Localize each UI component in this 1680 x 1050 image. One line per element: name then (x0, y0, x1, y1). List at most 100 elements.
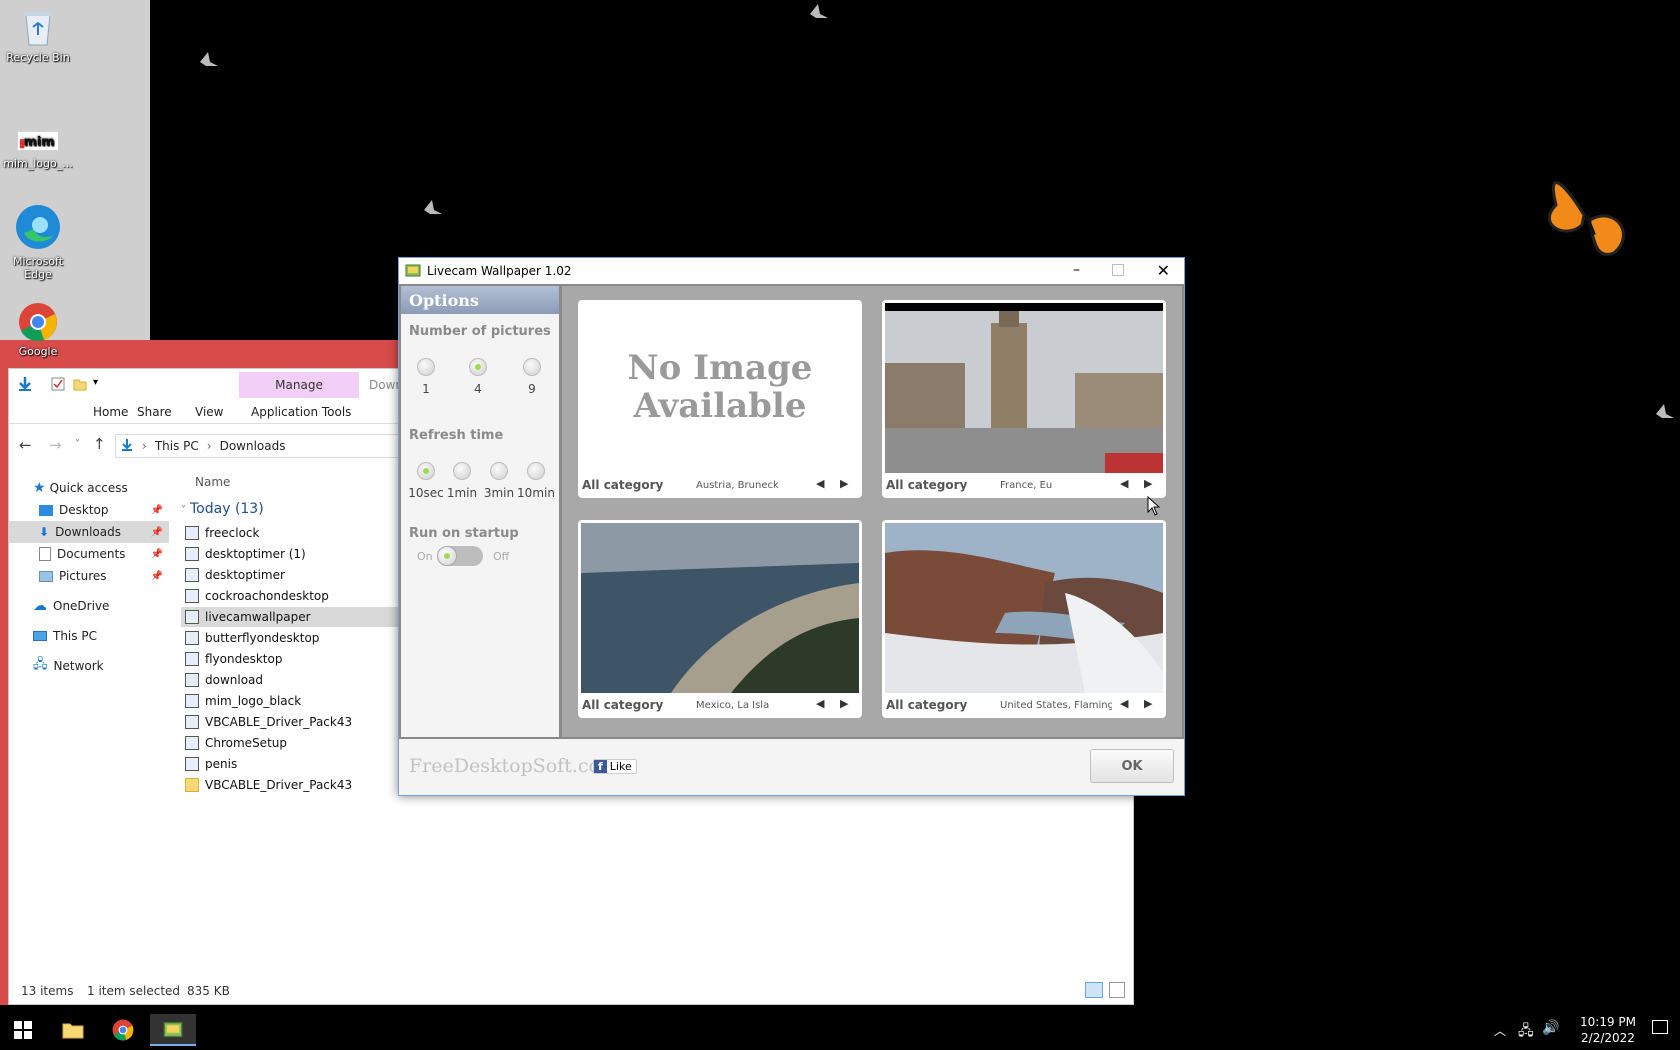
chrome-icon (18, 302, 58, 342)
recent-chevron-icon[interactable]: ˅ (75, 439, 80, 450)
ok-button[interactable]: OK (1090, 749, 1174, 783)
pin-icon[interactable]: 📌 (151, 505, 163, 516)
next-arrow-icon[interactable]: ▶ (1144, 697, 1152, 710)
window-title: Livecam Wallpaper 1.02 (427, 264, 572, 278)
ribbon-tab-file[interactable]: File (9, 399, 63, 423)
ribbon-manage-tab[interactable]: Manage (239, 372, 359, 398)
file-row[interactable]: VBCABLE_Driver_Pack43 (181, 712, 411, 732)
show-hidden-icons-chevron-icon[interactable]: ︿ (1494, 1022, 1506, 1039)
properties-icon[interactable] (51, 377, 65, 394)
large-icons-view-icon[interactable] (1109, 982, 1125, 998)
up-arrow-icon[interactable]: ↑ (93, 435, 106, 453)
ribbon-tab-home[interactable]: Home (93, 405, 128, 419)
close-icon[interactable]: ✕ (1157, 261, 1170, 280)
fly-icon (810, 4, 828, 18)
file-row[interactable]: livecamwallpaper (181, 607, 411, 627)
options-panel: Options Number of pictures 1 4 9 Refresh… (401, 286, 559, 737)
webcam-category[interactable]: All category (886, 698, 967, 712)
notifications-icon[interactable] (1652, 1020, 1668, 1034)
mouse-cursor-icon (1147, 496, 1161, 516)
start-button[interactable] (0, 1014, 46, 1046)
refresh-radio-3min[interactable] (490, 462, 508, 480)
nav-item-documents[interactable]: Documents 📌 (9, 543, 169, 565)
file-row[interactable]: flyondesktop (181, 649, 411, 669)
customize-toolbar-chevron-icon[interactable]: ▾ (93, 377, 98, 388)
breadcrumb-downloads[interactable]: Downloads (220, 439, 286, 453)
facebook-like-button[interactable]: f Like (593, 759, 637, 774)
ribbon-tab-view[interactable]: View (195, 405, 223, 419)
network-icon[interactable]: 🖧 (1518, 1020, 1534, 1044)
webcam-category[interactable]: All category (582, 478, 663, 492)
details-view-icon[interactable] (1085, 982, 1103, 998)
minimize-icon[interactable]: – (1073, 262, 1080, 278)
file-row[interactable]: download (181, 670, 411, 690)
file-row[interactable]: VBCABLE_Driver_Pack43 (181, 775, 411, 795)
file-row[interactable]: ChromeSetup (181, 733, 411, 753)
group-header[interactable]: ˅ Today (13) (181, 501, 264, 517)
column-header-name[interactable]: Name (195, 475, 230, 489)
status-size: 835 KB (187, 984, 230, 998)
refresh-radio-10sec[interactable] (417, 462, 435, 480)
refresh-label-3min: 3min (483, 486, 515, 500)
prev-arrow-icon[interactable]: ◀ (1120, 697, 1128, 710)
file-row[interactable]: mim_logo_black (181, 691, 411, 711)
next-arrow-icon[interactable]: ▶ (840, 477, 848, 490)
webcam-category[interactable]: All category (886, 478, 967, 492)
toggle-knob[interactable] (437, 546, 457, 566)
nav-item-downloads[interactable]: ⬇ Downloads 📌 (9, 521, 169, 543)
volume-icon[interactable]: 🔊 (1542, 1020, 1559, 1036)
webcam-image-placeholder: No Image Available (581, 303, 859, 473)
mim-logo-icon: mim (18, 128, 58, 154)
maximize-icon[interactable] (1112, 264, 1124, 276)
webcam-category[interactable]: All category (582, 698, 663, 712)
prev-arrow-icon[interactable]: ◀ (816, 477, 824, 490)
file-row[interactable]: desktoptimer (181, 565, 411, 585)
back-arrow-icon[interactable]: ← (19, 436, 32, 454)
prev-arrow-icon[interactable]: ◀ (1120, 477, 1128, 490)
pin-icon[interactable]: 📌 (151, 571, 163, 582)
taskbar-chrome[interactable] (100, 1014, 146, 1046)
forward-arrow-icon[interactable]: → (49, 436, 62, 454)
prev-arrow-icon[interactable]: ◀ (816, 697, 824, 710)
nav-item-network[interactable]: 🖧 Network (9, 655, 169, 677)
brand-link[interactable]: FreeDesktopSoft.com (409, 755, 618, 777)
nav-item-onedrive[interactable]: ☁ OneDrive (9, 595, 169, 617)
next-arrow-icon[interactable]: ▶ (1144, 477, 1152, 490)
desktop-icon-recycle-bin[interactable]: Recycle Bin (0, 8, 76, 64)
nav-item-this-pc[interactable]: This PC (9, 625, 169, 647)
nav-item-desktop[interactable]: Desktop 📌 (9, 499, 169, 521)
webcam-tile-1[interactable]: No Image Available All category Austria,… (578, 300, 862, 498)
number-radio-1[interactable] (417, 358, 435, 376)
title-bar: Livecam Wallpaper 1.02 – ✕ (399, 258, 1184, 284)
file-row[interactable]: butterflyondesktop (181, 628, 411, 648)
file-row[interactable]: desktoptimer (1) (181, 544, 411, 564)
desktop-icon-mim-logo[interactable]: mim mim_logo_... (0, 128, 76, 170)
file-row[interactable]: penis (181, 754, 411, 774)
pin-icon[interactable]: 📌 (151, 527, 163, 538)
refresh-radio-10min[interactable] (527, 462, 545, 480)
ribbon-tab-application-tools[interactable]: Application Tools (251, 405, 351, 419)
pin-icon[interactable]: 📌 (151, 549, 163, 560)
number-radio-9[interactable] (523, 358, 541, 376)
webcam-tile-2[interactable]: All category France, Eu ◀ ▶ (882, 300, 1166, 498)
webcam-tile-3[interactable]: All category Mexico, La Isla ◀ ▶ (578, 520, 862, 718)
desktop-icon-chrome[interactable]: Google (0, 302, 76, 358)
desktop-icon-edge[interactable]: Microsoft Edge (0, 202, 76, 281)
download-arrow-icon[interactable] (17, 376, 33, 395)
system-clock[interactable]: 10:19 PM 2/2/2022 (1580, 1014, 1636, 1046)
next-arrow-icon[interactable]: ▶ (840, 697, 848, 710)
file-row[interactable]: cockroachondesktop (181, 586, 411, 606)
webcam-tile-4[interactable]: All category United States, Flaming Gorg… (882, 520, 1166, 718)
file-row[interactable]: freeclock (181, 523, 411, 543)
refresh-radio-1min[interactable] (453, 462, 471, 480)
nav-item-pictures[interactable]: Pictures 📌 (9, 565, 169, 587)
ribbon-tab-share[interactable]: Share (137, 405, 172, 419)
taskbar-file-explorer[interactable] (50, 1014, 96, 1046)
number-radio-4[interactable] (469, 358, 487, 376)
taskbar-livecam[interactable] (150, 1014, 196, 1046)
livecam-wallpaper-window[interactable]: Livecam Wallpaper 1.02 – ✕ Options Numbe… (398, 257, 1185, 796)
breadcrumb-this-pc[interactable]: This PC (155, 439, 199, 453)
new-folder-icon[interactable] (73, 377, 87, 394)
run-on-startup-toggle[interactable] (437, 546, 483, 566)
nav-item-quick-access[interactable]: ★ Quick access (9, 477, 169, 499)
